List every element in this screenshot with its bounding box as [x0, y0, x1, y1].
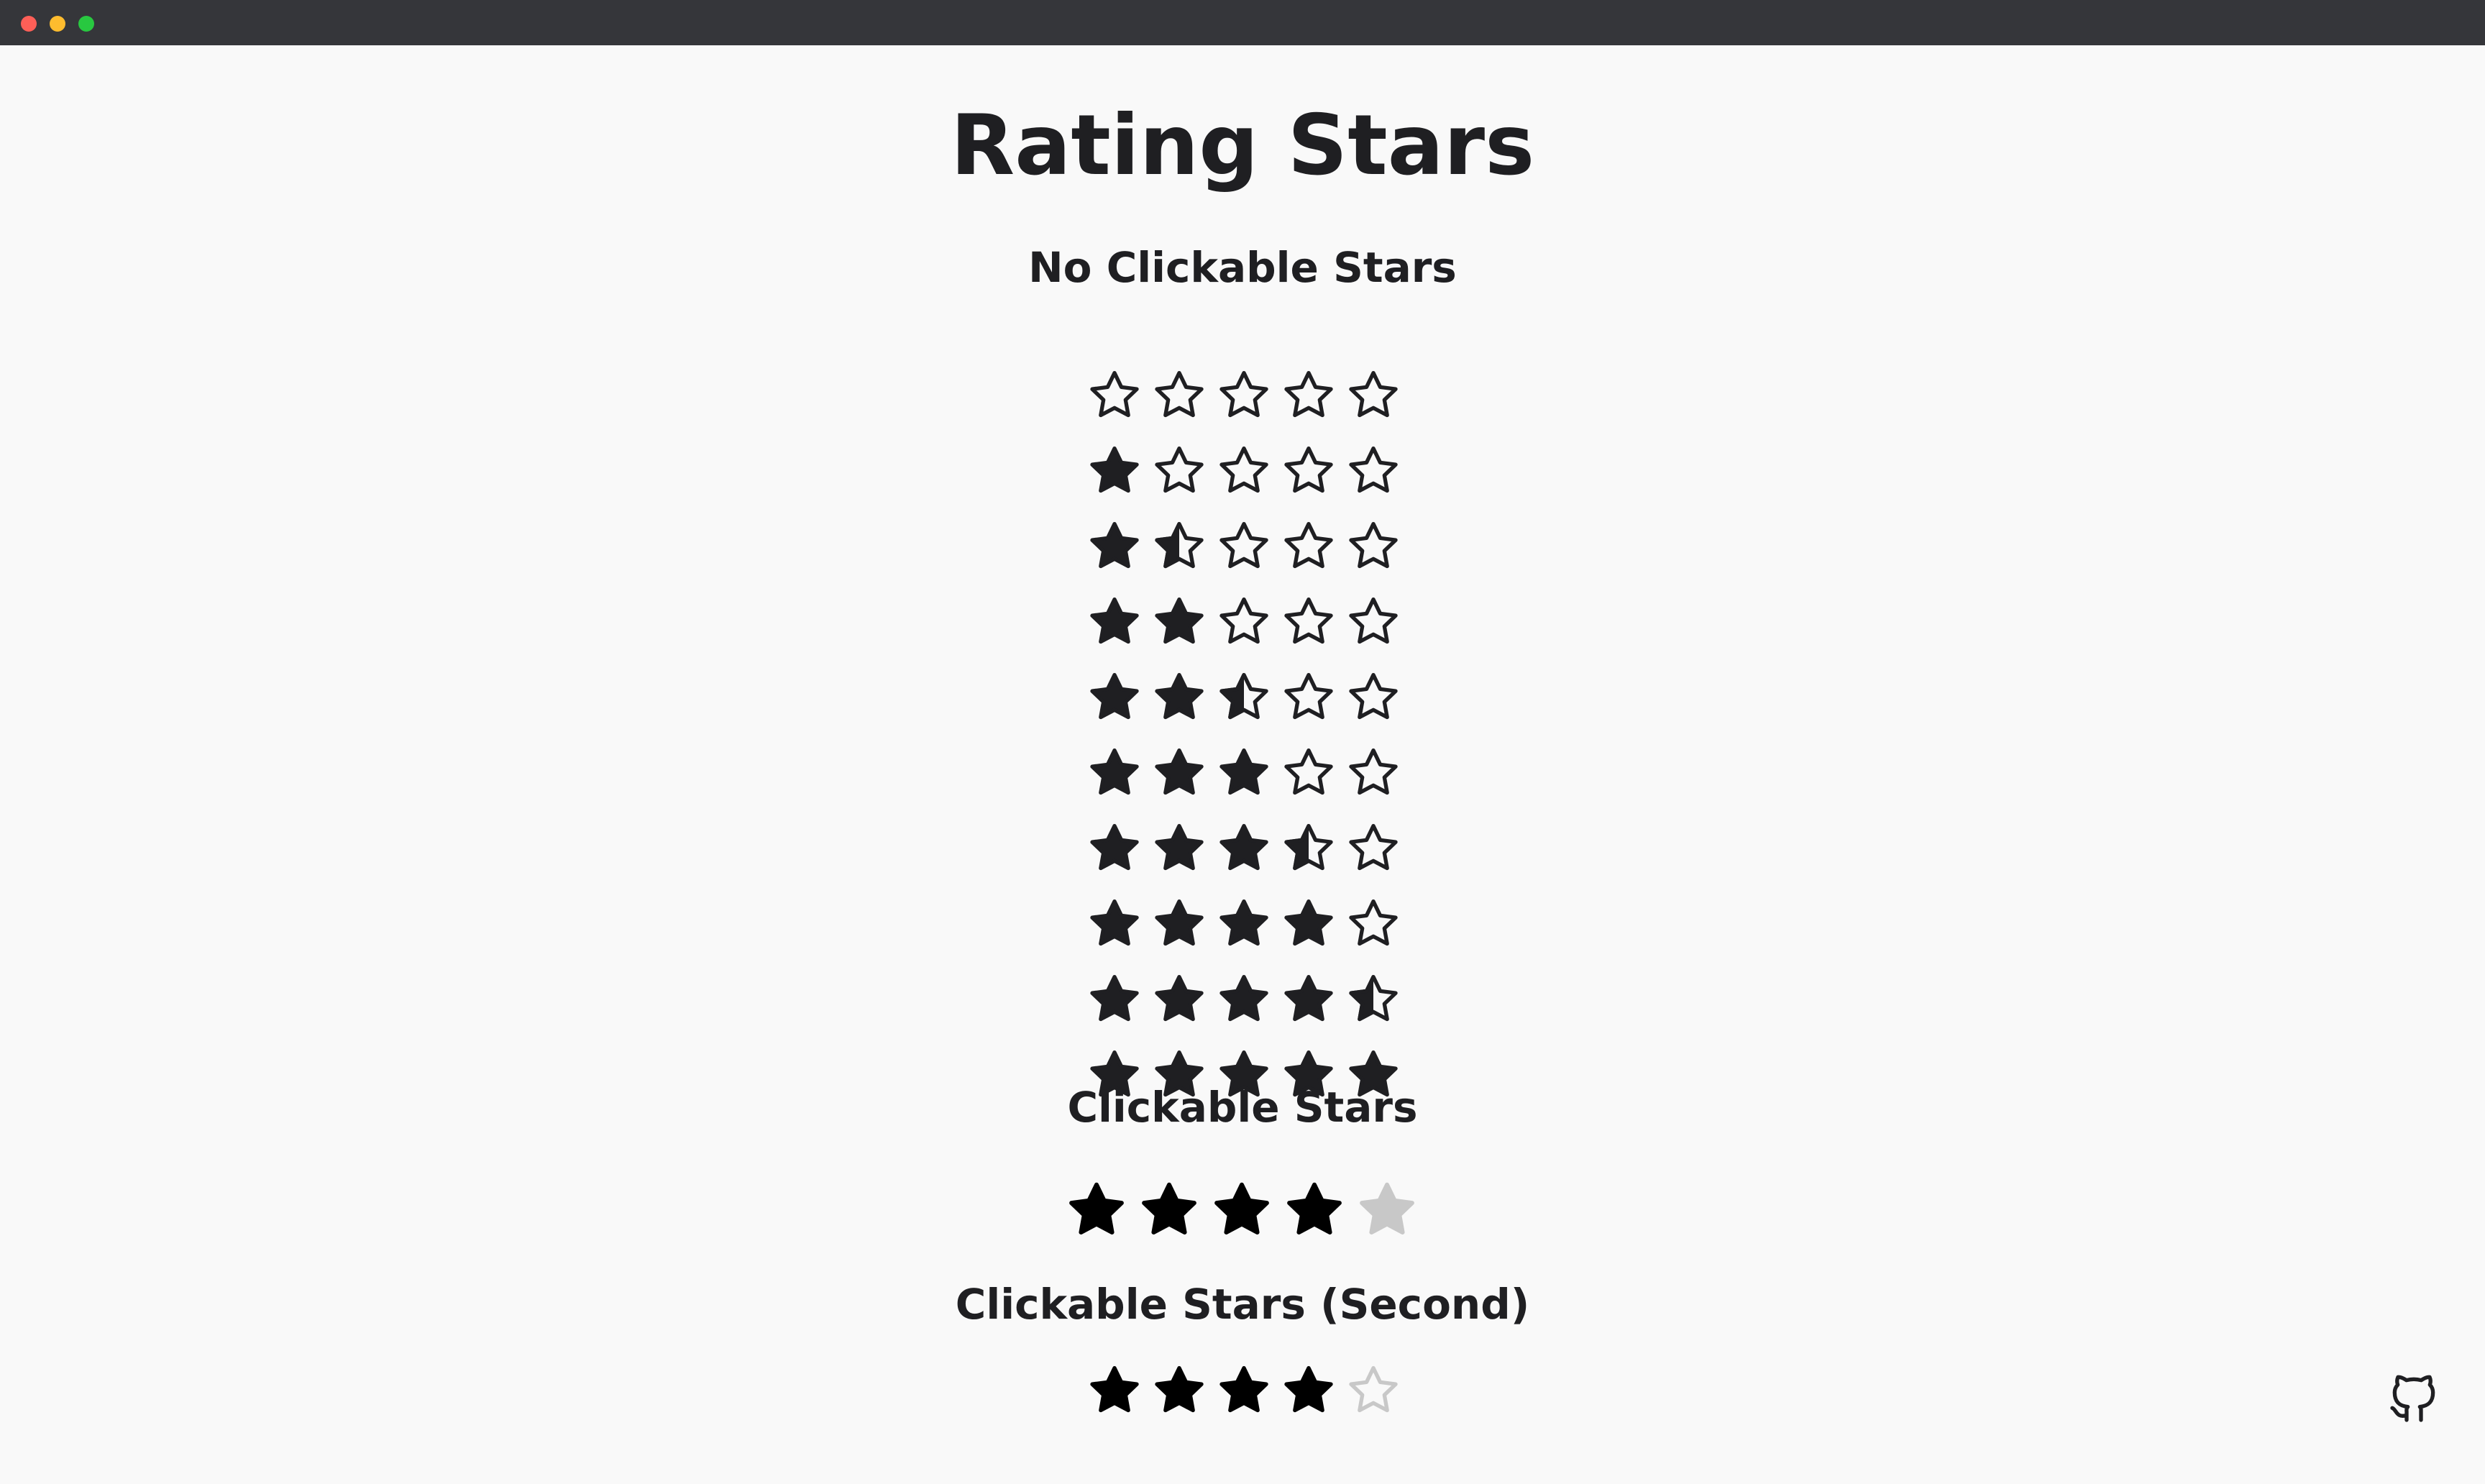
- star-outline-icon: [1280, 744, 1337, 802]
- star-half-icon: [1215, 669, 1273, 726]
- star-outline-icon: [1280, 518, 1337, 575]
- star-filled-icon: [1280, 971, 1337, 1028]
- rating-row: [1086, 593, 1402, 651]
- star-outline-icon: [1215, 593, 1273, 651]
- star-filled-icon: [1086, 518, 1143, 575]
- clickable-star-1-icon[interactable]: [1064, 1178, 1129, 1242]
- star-outline-icon: [1215, 367, 1273, 424]
- star-filled-icon: [1150, 895, 1208, 953]
- section-title-clickable-second: Clickable Stars (Second): [955, 1280, 1530, 1329]
- rating-row: [1086, 518, 1402, 575]
- star-filled-icon: [1215, 895, 1273, 953]
- section-title-no-clickable: No Clickable Stars: [1028, 243, 1457, 292]
- star-outline-icon: [1280, 367, 1337, 424]
- star-outline-icon: [1150, 367, 1208, 424]
- close-window-button[interactable]: [21, 16, 37, 32]
- star-outline-icon: [1280, 669, 1337, 726]
- clickable-second-star-4-icon[interactable]: [1280, 1362, 1337, 1419]
- clickable-rating: [1064, 1178, 1424, 1242]
- clickable-second-star-2-icon[interactable]: [1150, 1362, 1208, 1419]
- clickable-rating-second: [1086, 1362, 1402, 1419]
- github-icon[interactable]: [2385, 1370, 2443, 1427]
- page-title: Rating Stars: [950, 97, 1535, 194]
- star-filled-icon: [1215, 744, 1273, 802]
- rating-row: [1086, 669, 1402, 726]
- clickable-star-3-icon[interactable]: [1209, 1178, 1274, 1242]
- star-filled-icon: [1215, 971, 1273, 1028]
- page-content: Rating Stars No Clickable Stars Clickabl…: [0, 45, 2485, 1484]
- rating-row: [1086, 744, 1402, 802]
- star-outline-icon: [1150, 442, 1208, 500]
- star-filled-icon: [1086, 820, 1143, 877]
- minimize-window-button[interactable]: [50, 16, 65, 32]
- window-titlebar: [0, 0, 2485, 45]
- star-filled-icon: [1150, 744, 1208, 802]
- star-half-icon: [1150, 518, 1208, 575]
- clickable-star-5-icon[interactable]: [1355, 1178, 1419, 1242]
- rating-row: [1086, 971, 1402, 1028]
- rating-row: [1086, 895, 1402, 953]
- star-outline-icon: [1280, 442, 1337, 500]
- star-filled-icon: [1086, 442, 1143, 500]
- clickable-star-2-icon[interactable]: [1137, 1178, 1202, 1242]
- rating-row: [1086, 820, 1402, 877]
- clickable-second-star-5-icon[interactable]: [1345, 1362, 1402, 1419]
- section-title-clickable: Clickable Stars: [1067, 1083, 1418, 1132]
- star-filled-icon: [1086, 593, 1143, 651]
- star-outline-icon: [1215, 442, 1273, 500]
- star-filled-icon: [1280, 895, 1337, 953]
- star-outline-icon: [1086, 367, 1143, 424]
- star-outline-icon: [1280, 593, 1337, 651]
- star-half-icon: [1280, 820, 1337, 877]
- star-filled-icon: [1086, 971, 1143, 1028]
- star-outline-icon: [1345, 518, 1402, 575]
- rating-row: [1086, 442, 1402, 500]
- star-outline-icon: [1345, 895, 1402, 953]
- star-filled-icon: [1086, 744, 1143, 802]
- star-filled-icon: [1086, 895, 1143, 953]
- clickable-second-star-1-icon[interactable]: [1086, 1362, 1143, 1419]
- star-outline-icon: [1345, 669, 1402, 726]
- star-outline-icon: [1345, 442, 1402, 500]
- star-filled-icon: [1150, 971, 1208, 1028]
- star-outline-icon: [1345, 744, 1402, 802]
- star-outline-icon: [1345, 367, 1402, 424]
- clickable-second-star-3-icon[interactable]: [1215, 1362, 1273, 1419]
- star-outline-icon: [1345, 593, 1402, 651]
- star-filled-icon: [1150, 669, 1208, 726]
- star-half-icon: [1345, 971, 1402, 1028]
- star-outline-icon: [1215, 518, 1273, 575]
- star-outline-icon: [1345, 820, 1402, 877]
- star-filled-icon: [1150, 820, 1208, 877]
- clickable-star-4-icon[interactable]: [1282, 1178, 1347, 1242]
- rating-row: [1086, 367, 1402, 424]
- star-filled-icon: [1150, 593, 1208, 651]
- star-filled-icon: [1215, 820, 1273, 877]
- maximize-window-button[interactable]: [78, 16, 94, 32]
- star-filled-icon: [1086, 669, 1143, 726]
